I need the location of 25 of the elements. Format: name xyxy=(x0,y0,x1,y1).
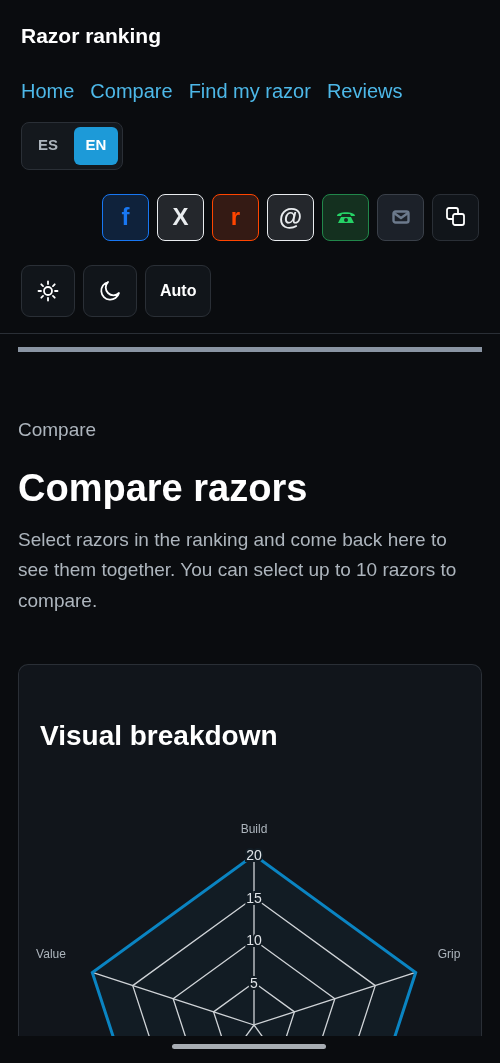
axis-label: Value xyxy=(36,947,66,962)
x-share-button[interactable]: X xyxy=(157,193,204,241)
nav-link[interactable]: Compare xyxy=(90,75,173,106)
axis-label: Grip xyxy=(437,947,461,962)
site-title: Razor ranking xyxy=(21,23,163,49)
nav-link[interactable]: Reviews xyxy=(326,75,403,106)
intro-paragraph: Select razors in the ranking and come back here to see them together. You can select up to 10 razors to compare. xyxy=(18,528,458,613)
nav-link[interactable]: Find my razor xyxy=(188,75,311,106)
threads-share-button[interactable]: @ xyxy=(267,193,314,241)
dark-theme-button[interactable] xyxy=(83,264,137,317)
facebook-share-button[interactable]: f xyxy=(102,193,149,241)
card-title: Visual breakdown xyxy=(40,719,279,754)
light-theme-button[interactable] xyxy=(21,264,75,317)
email-share-button[interactable] xyxy=(377,193,424,241)
copy-link-button[interactable] xyxy=(432,193,479,241)
breadcrumb: Compare xyxy=(18,417,98,442)
moon-icon xyxy=(99,279,121,302)
axis-label: Build xyxy=(240,822,268,837)
sun-icon xyxy=(37,279,59,302)
reddit-share-button[interactable]: r xyxy=(212,193,259,241)
phone-share-button[interactable] xyxy=(322,193,369,241)
nav-link[interactable]: Home xyxy=(21,75,75,106)
page-heading: Compare razors xyxy=(18,466,309,511)
auto-theme-button[interactable]: Auto xyxy=(145,264,212,317)
language-option[interactable]: ES xyxy=(26,126,70,165)
